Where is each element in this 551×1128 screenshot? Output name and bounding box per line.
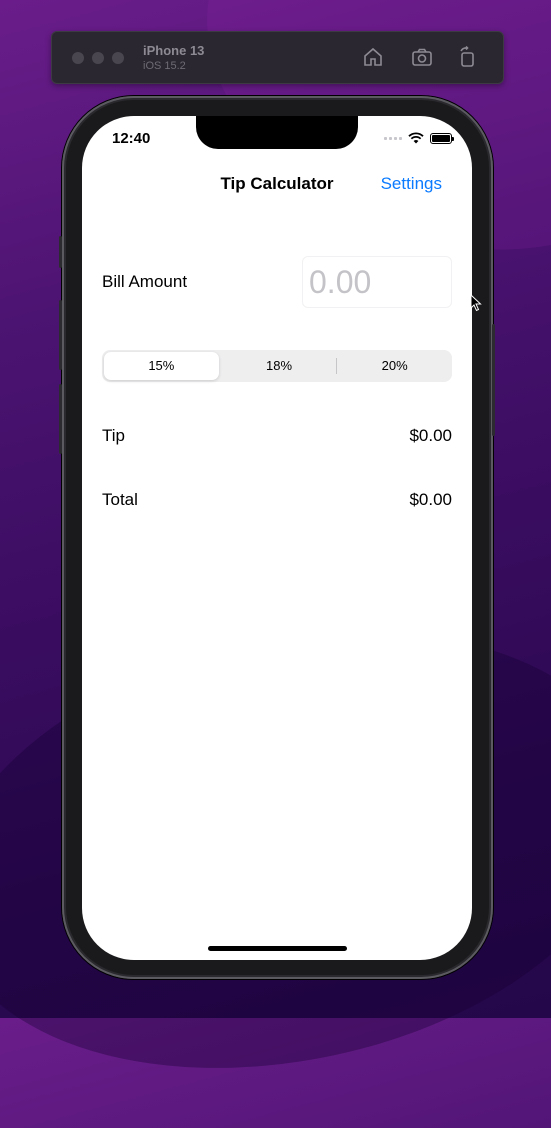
- signal-icon: [384, 136, 402, 140]
- power-button: [492, 324, 495, 436]
- zoom-window-button[interactable]: [112, 52, 124, 64]
- total-label: Total: [102, 490, 138, 509]
- simulator-os-version: iOS 15.2: [143, 60, 186, 72]
- screenshot-icon[interactable]: [410, 45, 434, 69]
- mute-switch: [59, 236, 62, 268]
- tip-percentage-selector: 15% 18% 20%: [102, 350, 452, 382]
- total-value: $0.00: [409, 490, 452, 509]
- mouse-cursor-icon: [470, 294, 482, 312]
- notch: [196, 116, 358, 149]
- app-screen: 12:40 Tip Calculator Settings Bill Amoun…: [82, 116, 472, 960]
- bill-amount-input[interactable]: [302, 256, 452, 308]
- battery-icon: [430, 132, 454, 144]
- simulator-toolbar: iPhone 13 iOS 15.2: [51, 31, 504, 84]
- bill-amount-label: Bill Amount: [102, 272, 188, 291]
- tip-segment-18[interactable]: 18%: [222, 352, 337, 380]
- volume-up-button: [59, 300, 62, 370]
- tip-label: Tip: [102, 426, 125, 445]
- window-controls: [72, 52, 124, 64]
- tip-segment-15[interactable]: 15%: [104, 352, 219, 380]
- wifi-icon: [408, 132, 424, 144]
- close-window-button[interactable]: [72, 52, 84, 64]
- tip-value: $0.00: [409, 426, 452, 445]
- simulator-device-name: iPhone 13: [143, 43, 205, 58]
- status-icons: [384, 132, 454, 144]
- minimize-window-button[interactable]: [92, 52, 104, 64]
- settings-button[interactable]: Settings: [381, 174, 442, 194]
- home-icon[interactable]: [361, 45, 385, 69]
- tip-segment-20[interactable]: 20%: [337, 352, 452, 380]
- status-time: 12:40: [112, 130, 151, 147]
- volume-down-button: [59, 384, 62, 454]
- rotate-icon[interactable]: [455, 45, 479, 69]
- home-indicator[interactable]: [208, 946, 347, 951]
